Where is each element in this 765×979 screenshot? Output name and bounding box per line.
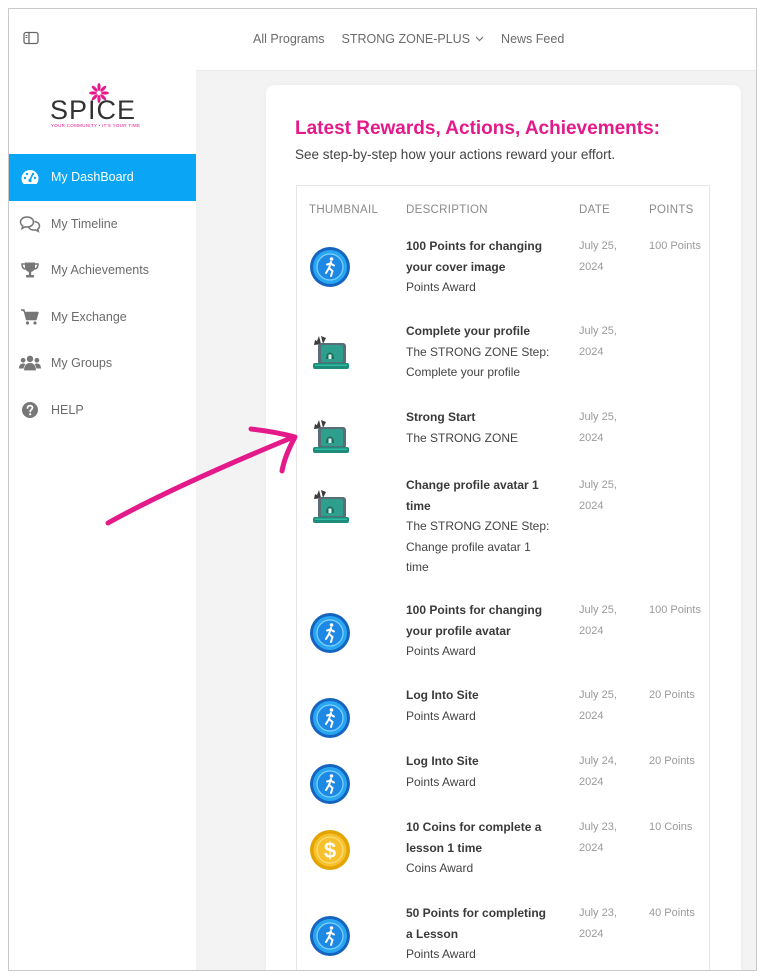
points-badge-icon	[309, 612, 351, 654]
row-title: 100 Points for changing your cover image	[406, 239, 543, 274]
row-date: July 25, 2024	[579, 325, 617, 358]
row-title: Strong Start	[406, 410, 476, 424]
row-description: Strong Start The STRONG ZONE	[406, 407, 554, 448]
row-subtitle: The STRONG ZONE	[406, 430, 519, 445]
cart-icon	[19, 307, 41, 327]
rewards-table: THUMBNAIL DESCRIPTION DATE POINTS 100 Po…	[296, 185, 710, 970]
row-points: 100 Points	[649, 604, 701, 616]
app-window: SPICE YOUR COMMUNITY • IT'S YOUR TIME My…	[8, 8, 757, 971]
chat-bubbles-icon	[19, 214, 41, 234]
sidebar-item-label: My Timeline	[51, 216, 118, 231]
row-title: Complete your profile	[406, 324, 531, 338]
row-description: 10 Coins for complete a lesson 1 time Coi…	[406, 817, 554, 879]
logo-tagline: YOUR COMMUNITY • IT'S YOUR TIME	[51, 123, 141, 128]
column-header-thumbnail: THUMBNAIL	[309, 204, 379, 216]
row-description: 100 Points for changing your profile ava…	[406, 600, 554, 662]
topnav-strong-zone-plus[interactable]: STRONG ZONE-PLUS	[342, 32, 485, 46]
sidebar-nav: My DashBoard My Timeline My Achievements…	[9, 154, 196, 433]
row-description: Log Into Site Points Award	[406, 751, 554, 792]
svg-text:$: $	[324, 838, 336, 863]
sidebar-item-groups[interactable]: My Groups	[9, 340, 196, 387]
row-date: July 25, 2024	[579, 240, 617, 273]
topnav-all-programs[interactable]: All Programs	[253, 32, 325, 46]
column-header-description: DESCRIPTION	[406, 204, 488, 216]
sidebar-item-timeline[interactable]: My Timeline	[9, 201, 196, 248]
row-title: 10 Coins for complete a lesson 1 time	[406, 820, 542, 855]
page-title: Latest Rewards, Actions, Achievements:	[295, 118, 660, 139]
row-description: 50 Points for completing a Lesson Points …	[406, 903, 554, 965]
row-subtitle: Points Award	[406, 644, 476, 658]
question-icon	[19, 400, 41, 420]
row-subtitle: Coins Award	[406, 861, 474, 875]
points-badge-icon	[309, 763, 351, 805]
row-points: 40 Points	[649, 907, 695, 919]
logo-text: SPICE	[50, 95, 137, 125]
row-description: 100 Points for changing your cover image…	[406, 236, 554, 298]
row-description: Change profile avatar 1 time The STRONG Z…	[406, 475, 554, 578]
row-date: July 25, 2024	[579, 479, 617, 512]
row-points: 20 Points	[649, 755, 695, 767]
sidebar-item-label: HELP	[51, 402, 84, 417]
rewards-card: Latest Rewards, Actions, Achievements: S…	[266, 85, 741, 970]
row-date: July 23, 2024	[579, 907, 617, 940]
row-subtitle: The STRONG ZONE Step: Complete your prof…	[406, 344, 550, 380]
row-subtitle: Points Award	[406, 708, 476, 723]
row-points: 100 Points	[649, 240, 701, 252]
row-date: July 23, 2024	[579, 821, 617, 854]
sidebar-item-help[interactable]: HELP	[9, 387, 196, 434]
row-title: Change profile avatar 1 time	[406, 478, 539, 513]
achievement-chest-icon	[309, 333, 351, 375]
row-date: July 25, 2024	[579, 689, 617, 722]
points-badge-icon	[309, 697, 351, 739]
row-title: Log Into Site	[406, 688, 479, 702]
sidebar-item-label: My DashBoard	[51, 170, 134, 185]
row-subtitle: Points Award	[406, 280, 476, 294]
row-title: Log Into Site	[406, 754, 479, 768]
row-title: 100 Points for changing your profile ava…	[406, 603, 543, 638]
points-badge-icon	[309, 915, 351, 957]
row-points: 20 Points	[649, 689, 695, 701]
logo[interactable]: SPICE YOUR COMMUNITY • IT'S YOUR TIME	[49, 83, 149, 137]
dashboard-icon	[19, 167, 41, 187]
coin-icon: $	[309, 829, 351, 871]
row-title: 50 Points for completing a Lesson	[406, 906, 547, 941]
page-subtitle: See step-by-step how your actions reward…	[295, 147, 616, 162]
sidebar-item-dashboard[interactable]: My DashBoard	[9, 154, 196, 201]
row-points: 10 Coins	[649, 821, 693, 833]
sidebar: SPICE YOUR COMMUNITY • IT'S YOUR TIME My…	[9, 9, 196, 970]
trophy-icon	[19, 260, 41, 280]
sidebar-item-label: My Exchange	[51, 309, 127, 324]
row-date: July 25, 2024	[579, 604, 617, 637]
chevron-down-icon	[475, 36, 484, 42]
topnav-label: STRONG ZONE-PLUS	[341, 32, 471, 46]
column-header-date: DATE	[579, 204, 611, 216]
sidebar-item-label: My Groups	[51, 356, 113, 371]
row-subtitle: Points Award	[406, 947, 476, 961]
topnav-news-feed[interactable]: News Feed	[501, 32, 564, 46]
points-badge-icon	[309, 246, 351, 288]
row-description: Complete your profile The STRONG ZONE Ste…	[406, 321, 554, 383]
achievement-chest-icon	[309, 487, 351, 529]
sidebar-toggle-icon[interactable]	[23, 31, 39, 45]
sidebar-item-exchange[interactable]: My Exchange	[9, 294, 196, 341]
sidebar-item-achievements[interactable]: My Achievements	[9, 247, 196, 294]
row-subtitle: The STRONG ZONE Step: Change profile ava…	[406, 519, 550, 574]
sidebar-item-label: My Achievements	[51, 263, 149, 278]
achievement-chest-icon	[309, 417, 351, 459]
row-date: July 24, 2024	[579, 755, 617, 788]
row-subtitle: Points Award	[406, 774, 476, 789]
group-icon	[19, 353, 41, 373]
top-navbar: All Programs STRONG ZONE-PLUS News Feed	[196, 9, 756, 71]
column-header-points: POINTS	[649, 204, 694, 216]
row-date: July 25, 2024	[579, 411, 617, 444]
row-description: Log Into Site Points Award	[406, 685, 554, 726]
